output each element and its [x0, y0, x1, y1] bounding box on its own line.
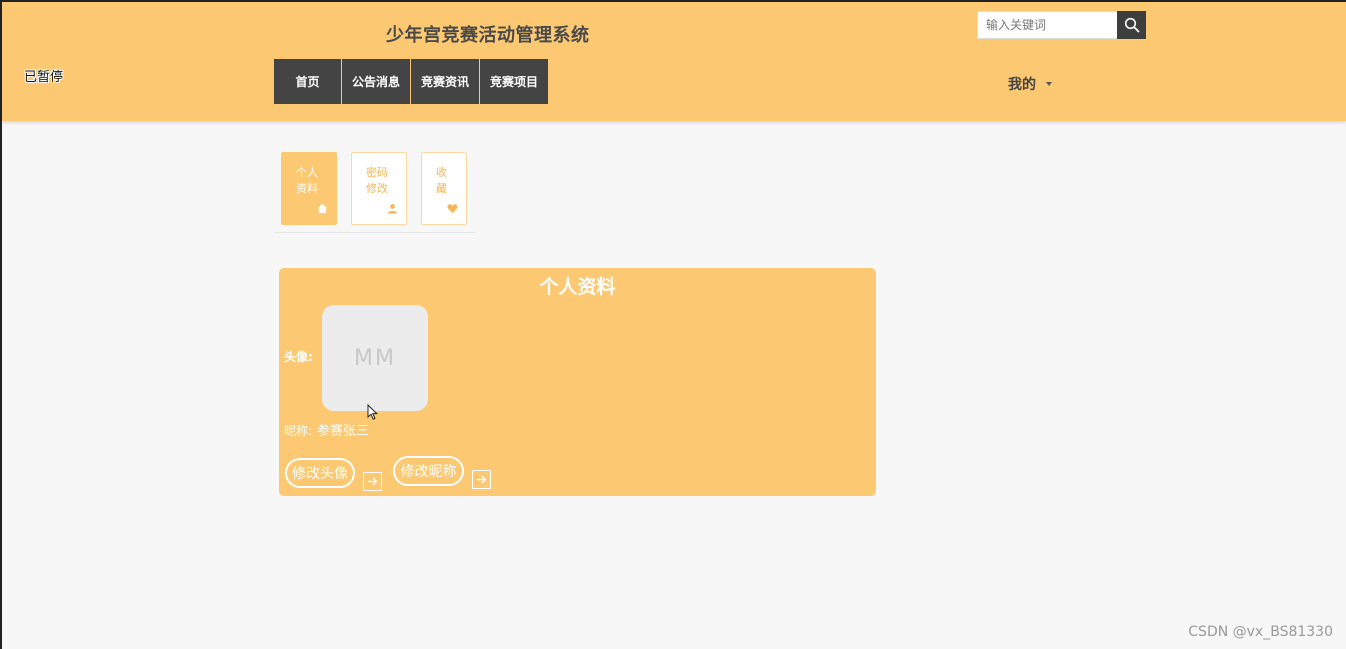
nav-item-competition-projects[interactable]: 竞赛项目	[480, 59, 548, 104]
nav-item-competition-news[interactable]: 竞赛资讯	[411, 59, 479, 104]
tab-password[interactable]: 密码修改	[351, 152, 407, 225]
user-icon	[387, 204, 398, 214]
change-nickname-button[interactable]: 修改昵称	[393, 456, 464, 486]
nav-item-announcements[interactable]: 公告消息	[342, 59, 410, 104]
my-menu-label: 我的	[1008, 77, 1036, 93]
header: 少年宫竞赛活动管理系统 已暂停 首页 公告消息 竞赛资讯 竞赛项目 我的	[2, 2, 1346, 121]
panel-title: 个人资料	[539, 276, 616, 298]
change-avatar-arrow-button[interactable]	[363, 472, 382, 491]
search-input[interactable]	[977, 11, 1117, 39]
profile-tabs: 个人资料 密码修改 收藏	[281, 152, 481, 225]
caret-down-icon	[1046, 82, 1052, 86]
paused-indicator: 已暂停	[24, 70, 64, 85]
main-nav: 首页 公告消息 竞赛资讯 竞赛项目	[274, 59, 549, 104]
arrow-right-icon	[477, 475, 487, 484]
tab-favorites[interactable]: 收藏	[421, 152, 467, 225]
avatar: MM	[322, 305, 428, 411]
avatar-label: 头像:	[284, 350, 313, 364]
nickname-label: 昵称:	[284, 424, 313, 438]
tab-profile-label: 个人资料	[296, 166, 318, 195]
change-nickname-arrow-button[interactable]	[472, 470, 491, 489]
nav-item-home[interactable]: 首页	[274, 59, 341, 104]
search-button[interactable]	[1117, 11, 1146, 39]
tabs-divider	[274, 232, 476, 233]
my-menu-dropdown[interactable]: 我的	[1008, 74, 1052, 94]
watermark: CSDN @vx_BS81330	[1188, 624, 1333, 640]
mouse-cursor-icon	[367, 404, 379, 420]
nickname-row: 昵称: 参赛张三	[284, 420, 369, 439]
heart-icon	[447, 204, 458, 214]
profile-panel: 个人资料 头像: MM 昵称: 参赛张三 修改头像 修改昵称	[279, 268, 876, 496]
tab-password-label: 密码修改	[366, 166, 388, 195]
tab-favorites-label: 收藏	[436, 166, 447, 195]
site-title: 少年宫竞赛活动管理系统	[386, 25, 590, 46]
tab-profile[interactable]: 个人资料	[281, 152, 337, 225]
change-avatar-button[interactable]: 修改头像	[285, 458, 355, 488]
search-icon	[1124, 17, 1139, 33]
arrow-right-icon	[368, 477, 378, 486]
home-icon	[317, 203, 328, 214]
search-bar	[977, 11, 1146, 39]
nickname-value: 参赛张三	[317, 424, 370, 439]
